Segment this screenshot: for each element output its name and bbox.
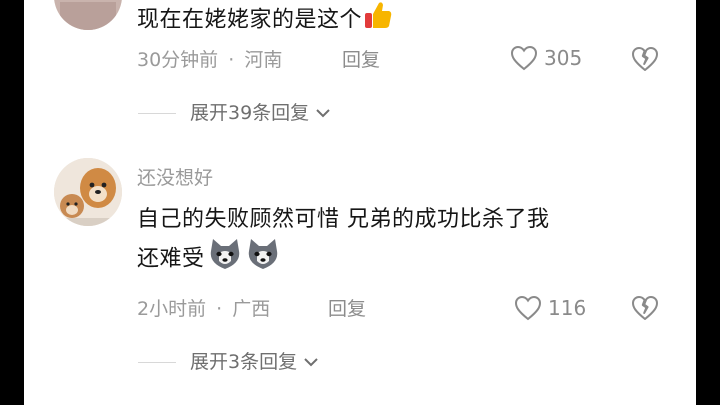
expand-replies-label: 展开3条回复 — [190, 351, 298, 373]
meta-dot: · — [228, 49, 235, 71]
comment-panel: 现在在姥姥家的是这个 30分钟前 · 河南 回复 305 展开39条回复 还没想… — [24, 0, 696, 405]
heart-icon — [510, 45, 538, 71]
expand-replies-button[interactable]: 展开39条回复 — [138, 101, 331, 125]
reply-button[interactable]: 回复 — [328, 297, 366, 321]
comment-time: 30分钟前 — [137, 49, 219, 71]
expand-replies-label: 展开39条回复 — [190, 102, 310, 124]
husky-dog-emoji-icon — [207, 237, 243, 282]
like-count: 116 — [548, 296, 587, 320]
comment-text-line: 自己的失败顾然可惜 兄弟的成功比杀了我 — [137, 207, 550, 232]
expand-replies-button[interactable]: 展开3条回复 — [138, 350, 319, 374]
expand-divider — [138, 361, 176, 363]
heart-icon — [514, 295, 542, 321]
thumbs-up-emoji-icon — [364, 0, 392, 41]
comment-location: 广西 — [232, 298, 271, 320]
husky-dog-emoji-icon — [245, 237, 281, 282]
like-button[interactable]: 116 — [514, 295, 586, 321]
like-button[interactable]: 305 — [510, 45, 582, 71]
comment-location: 河南 — [244, 49, 283, 71]
chevron-down-icon — [304, 358, 318, 367]
comment-meta: 2小时前 · 广西 — [137, 297, 270, 321]
username[interactable]: 还没想好 — [137, 166, 213, 190]
reply-button[interactable]: 回复 — [342, 48, 380, 72]
expand-divider — [138, 112, 176, 114]
broken-heart-icon[interactable] — [630, 294, 660, 322]
like-count: 305 — [544, 46, 583, 70]
broken-heart-icon[interactable] — [630, 45, 660, 73]
chevron-down-icon — [316, 109, 330, 118]
comment-meta: 30分钟前 · 河南 — [137, 48, 282, 72]
comment-text: 现在在姥姥家的是这个 — [137, 0, 392, 41]
comment-time: 2小时前 — [137, 298, 207, 320]
meta-dot: · — [216, 298, 223, 320]
avatar[interactable] — [54, 0, 122, 30]
comment-text-line-2: 还难受 — [137, 237, 550, 282]
comment-text: 自己的失败顾然可惜 兄弟的成功比杀了我 还难受 — [137, 203, 550, 282]
avatar[interactable] — [54, 158, 122, 226]
